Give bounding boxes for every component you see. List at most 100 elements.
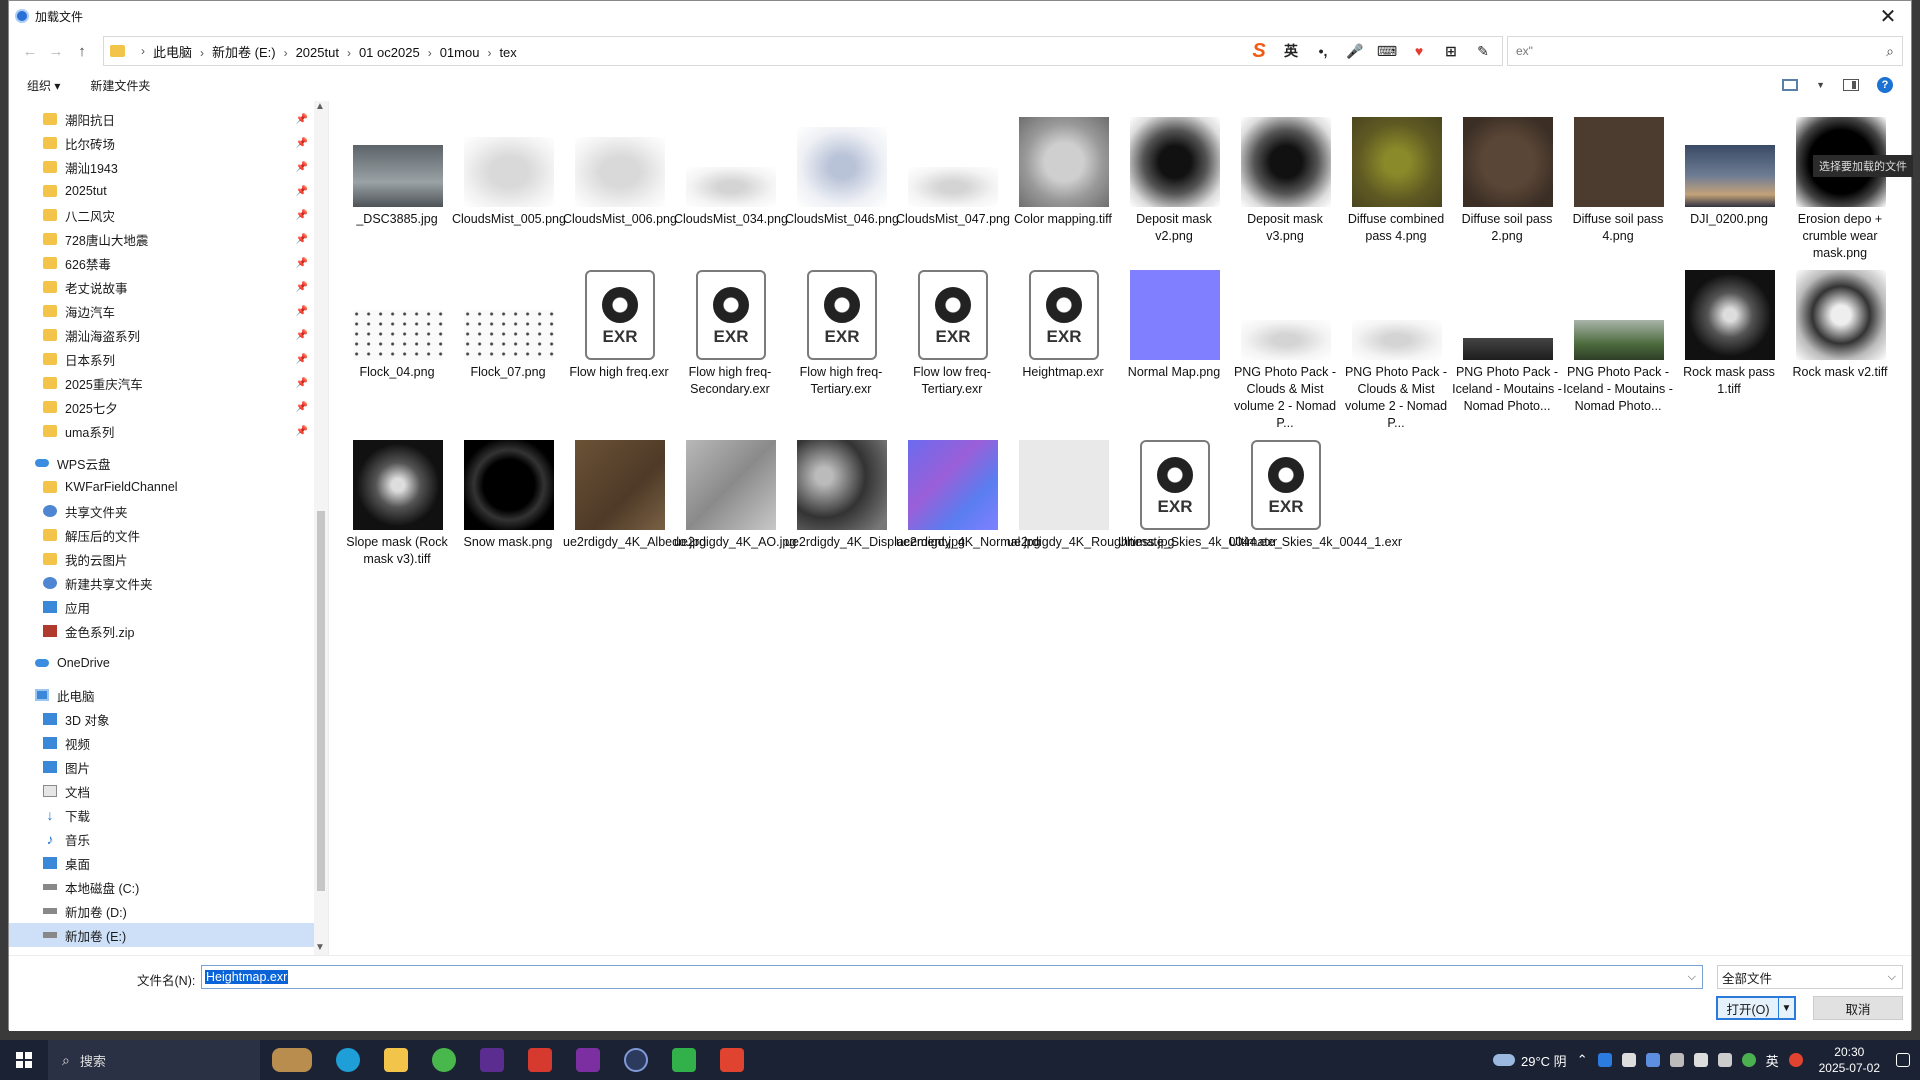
- up-arrow-icon[interactable]: ↑: [69, 38, 95, 64]
- cancel-button[interactable]: 取消: [1813, 996, 1903, 1020]
- sidebar-item-pc[interactable]: 本地磁盘 (C:): [9, 875, 328, 899]
- breadcrumb-item[interactable]: 此电脑: [153, 45, 192, 60]
- scrollbar-thumb[interactable]: [317, 511, 325, 891]
- sidebar-item-wps[interactable]: 我的云图片: [9, 547, 328, 571]
- pin-icon[interactable]: 📌: [296, 402, 308, 413]
- sidebar-item-quick-access[interactable]: 2025tut 📌: [9, 179, 328, 203]
- pin-icon[interactable]: 📌: [296, 162, 308, 173]
- sidebar-item-quick-access[interactable]: uma系列 📌: [9, 419, 328, 443]
- breadcrumb-item[interactable]: tex: [499, 45, 516, 60]
- sidebar-item-pc[interactable]: 视频: [9, 731, 328, 755]
- sidebar-item-wps[interactable]: 解压后的文件: [9, 523, 328, 547]
- taskbar-search[interactable]: ⌕ 搜索: [48, 1040, 260, 1080]
- taskbar-app-explorer[interactable]: [372, 1040, 420, 1080]
- notification-icon[interactable]: [1896, 1053, 1910, 1067]
- breadcrumb-item[interactable]: 01 oc2025: [359, 45, 420, 60]
- taskbar-app-editor[interactable]: [564, 1040, 612, 1080]
- sidebar-item-pc[interactable]: 新加卷 (E:): [9, 923, 328, 947]
- new-folder-button[interactable]: 新建文件夹: [90, 77, 150, 94]
- pin-icon[interactable]: 📌: [296, 282, 308, 293]
- pin-icon[interactable]: 📌: [296, 234, 308, 245]
- security-icon[interactable]: [1645, 1053, 1660, 1067]
- microphone-icon[interactable]: 🎤: [1346, 42, 1364, 60]
- scroll-up-icon[interactable]: ▲: [315, 101, 325, 112]
- chevron-right-icon[interactable]: ›: [347, 46, 351, 60]
- back-arrow-icon[interactable]: ←: [17, 38, 43, 64]
- pin-icon[interactable]: 📌: [296, 138, 308, 149]
- forward-arrow-icon[interactable]: →: [43, 38, 69, 64]
- open-button[interactable]: 打开(O) ▼: [1716, 996, 1796, 1020]
- address-bar[interactable]: › 此电脑 › 新加卷 (E:) › 2025tut › 01 oc2025 › 01mou › t…: [103, 36, 1503, 66]
- open-options-icon[interactable]: ▼: [1778, 998, 1794, 1018]
- volume-icon[interactable]: [1717, 1053, 1732, 1067]
- keyboard-icon[interactable]: ⌨: [1377, 42, 1397, 60]
- taskbar-app-c4d[interactable]: [612, 1040, 660, 1080]
- network-icon[interactable]: [1621, 1053, 1636, 1067]
- chevron-down-icon[interactable]: ▼: [1816, 80, 1825, 90]
- chevron-up-icon[interactable]: ⌃: [1577, 1052, 1588, 1068]
- sidebar-item-onedrive[interactable]: OneDrive: [9, 651, 328, 675]
- sidebar-item-pc[interactable]: ↓ 下载: [9, 803, 328, 827]
- sidebar-item-quick-access[interactable]: 比尔砖场 📌: [9, 131, 328, 155]
- chevron-right-icon[interactable]: ›: [428, 46, 432, 60]
- pen-icon[interactable]: ✎: [1474, 42, 1492, 60]
- sidebar-item-pc[interactable]: 新加卷 (D:): [9, 899, 328, 923]
- taskbar-app-browser[interactable]: [420, 1040, 468, 1080]
- chevron-down-icon[interactable]: ⌵: [1888, 971, 1902, 984]
- punctuation-icon[interactable]: •,: [1314, 42, 1332, 60]
- sidebar-item-quick-access[interactable]: 2025七夕 📌: [9, 395, 328, 419]
- microphone-icon[interactable]: [1669, 1053, 1684, 1067]
- sidebar-item-quick-access[interactable]: 海边汽车 📌: [9, 299, 328, 323]
- breadcrumb-item[interactable]: 01mou: [440, 45, 480, 60]
- pin-icon[interactable]: 📌: [296, 378, 308, 389]
- sidebar-item-pc[interactable]: 桌面: [9, 851, 328, 875]
- close-icon[interactable]: ✕: [1865, 1, 1911, 31]
- sidebar-item-quick-access[interactable]: 老丈说故事 📌: [9, 275, 328, 299]
- chevron-right-icon[interactable]: ›: [284, 46, 288, 60]
- sidebar-item-quick-access[interactable]: 八二风灾 📌: [9, 203, 328, 227]
- sidebar-item-pc[interactable]: 文档: [9, 779, 328, 803]
- sidebar-item-pc[interactable]: 3D 对象: [9, 707, 328, 731]
- sidebar-item-pc[interactable]: ♪ 音乐: [9, 827, 328, 851]
- search-input[interactable]: ex" ⌕: [1507, 36, 1903, 66]
- breadcrumb-item[interactable]: 2025tut: [296, 45, 339, 60]
- sidebar-item-wps-cloud[interactable]: WPS云盘: [9, 451, 328, 475]
- sidebar-item-wps[interactable]: 金色系列.zip: [9, 619, 328, 643]
- pin-icon[interactable]: 📌: [296, 306, 308, 317]
- pin-icon[interactable]: 📌: [296, 210, 308, 221]
- pin-icon[interactable]: 📌: [296, 330, 308, 341]
- clock[interactable]: 20:30 2025-07-02: [1819, 1044, 1880, 1076]
- pin-icon[interactable]: 📌: [296, 114, 308, 125]
- view-options-icon[interactable]: [1782, 79, 1799, 91]
- nav-scrollbar[interactable]: ▲ ▼: [314, 101, 328, 955]
- sidebar-item-quick-access[interactable]: 2025重庆汽车 📌: [9, 371, 328, 395]
- chevron-right-icon[interactable]: ›: [487, 46, 491, 60]
- help-icon[interactable]: ?: [1877, 77, 1893, 93]
- bluetooth-icon[interactable]: [1597, 1053, 1612, 1067]
- chevron-right-icon[interactable]: ›: [200, 46, 204, 60]
- organize-button[interactable]: 组织 ▾: [27, 77, 60, 94]
- grid-icon[interactable]: ⊞: [1442, 42, 1460, 60]
- breadcrumb-item[interactable]: 新加卷 (E:): [212, 45, 276, 60]
- pin-icon[interactable]: 📌: [296, 258, 308, 269]
- taskbar-widget[interactable]: [260, 1040, 324, 1080]
- sidebar-item-wps[interactable]: KWFarFieldChannel: [9, 475, 328, 499]
- sogou-icon[interactable]: S: [1250, 40, 1268, 62]
- filename-input[interactable]: Heightmap.exr ⌵: [201, 965, 1703, 989]
- sidebar-item-quick-access[interactable]: 728唐山大地震 📌: [9, 227, 328, 251]
- sidebar-item-pc[interactable]: 图片: [9, 755, 328, 779]
- sidebar-item-quick-access[interactable]: 潮汕海盗系列 📌: [9, 323, 328, 347]
- filetype-select[interactable]: 全部文件 ⌵: [1717, 965, 1903, 989]
- battery-icon[interactable]: [1741, 1053, 1756, 1067]
- taskbar-app-edge[interactable]: [324, 1040, 372, 1080]
- search-icon[interactable]: ⌕: [1886, 43, 1894, 60]
- start-button[interactable]: [0, 1040, 48, 1080]
- sogou-icon[interactable]: [1788, 1053, 1803, 1067]
- sidebar-item-quick-access[interactable]: 潮阳抗日 📌: [9, 107, 328, 131]
- chevron-down-icon[interactable]: ⌵: [1688, 971, 1702, 984]
- sidebar-item-quick-access[interactable]: 潮汕1943 📌: [9, 155, 328, 179]
- ime-indicator[interactable]: 英: [1766, 1051, 1779, 1070]
- scroll-down-icon[interactable]: ▼: [315, 942, 325, 953]
- sidebar-item-wps[interactable]: 应用: [9, 595, 328, 619]
- skin-icon[interactable]: ♥: [1410, 42, 1428, 60]
